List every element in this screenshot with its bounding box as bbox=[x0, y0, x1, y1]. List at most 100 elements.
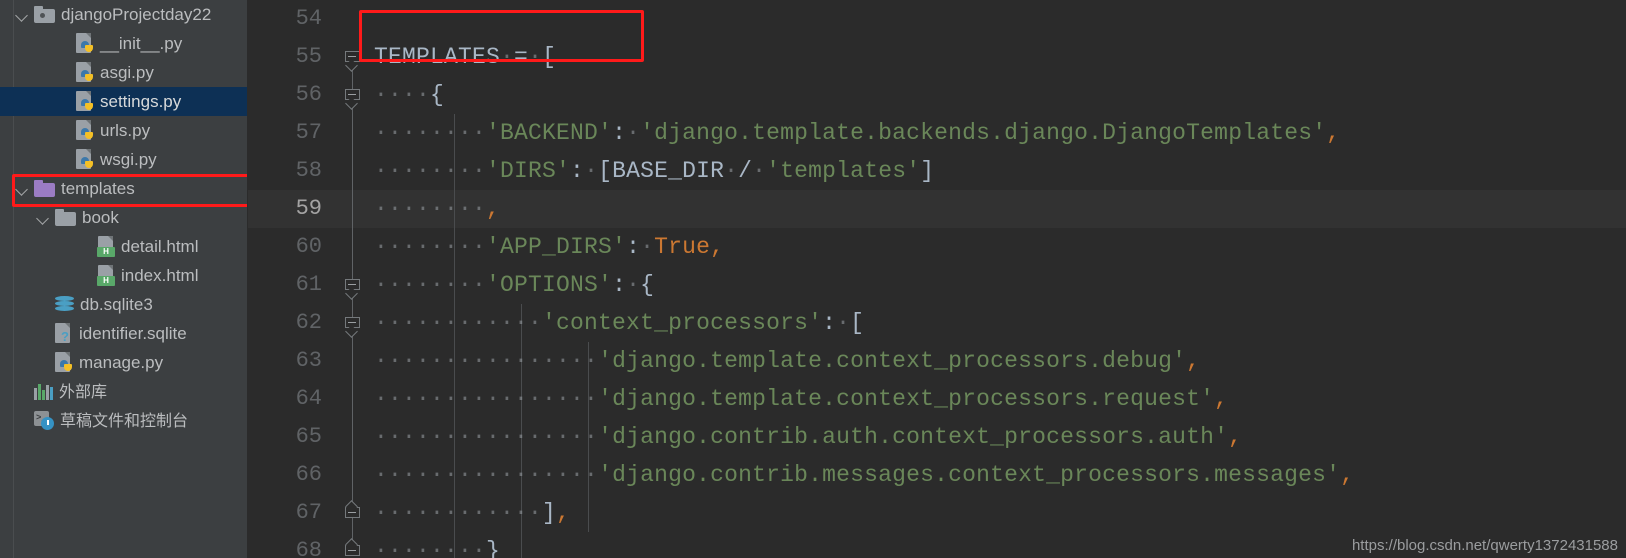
fold-gutter[interactable] bbox=[340, 304, 366, 342]
fold-marker-icon[interactable] bbox=[345, 47, 360, 72]
code-token: , bbox=[486, 196, 501, 222]
line-number: 61 bbox=[295, 272, 322, 297]
fold-gutter[interactable] bbox=[340, 456, 366, 494]
sidebar-item-label: db.sqlite3 bbox=[80, 295, 153, 314]
fold-gutter[interactable] bbox=[340, 532, 366, 558]
code-token: ···· bbox=[430, 386, 487, 412]
code-token: ···· bbox=[374, 500, 431, 526]
code-line[interactable]: 58 ········'DIRS':·[BASE_DIR·/·'templates… bbox=[248, 152, 1626, 190]
sidebar-item-label: asgi.py bbox=[100, 63, 154, 82]
sidebar-item-templates[interactable]: templates bbox=[0, 174, 248, 203]
code-token: ···· bbox=[430, 158, 487, 184]
code-token: 'django.template.context_processors.requ… bbox=[598, 386, 1215, 412]
code-line[interactable]: 63 ················'django.template.conte… bbox=[248, 342, 1626, 380]
code-token: · bbox=[626, 120, 641, 146]
project-tree-panel: djangoProjectday22 __init__.py asgi.py sett… bbox=[0, 0, 248, 558]
line-number: 58 bbox=[295, 158, 322, 183]
sidebar-item-label: index.html bbox=[121, 266, 199, 285]
code-line[interactable]: 60 ········'APP_DIRS':·True, bbox=[248, 228, 1626, 266]
sidebar-item-settings-py[interactable]: settings.py bbox=[0, 87, 248, 116]
code-line[interactable]: 54 bbox=[248, 0, 1626, 38]
code-token: ···· bbox=[542, 348, 599, 374]
sidebar-item-index-html[interactable]: Hindex.html bbox=[0, 261, 248, 290]
code-token: ···· bbox=[374, 120, 431, 146]
code-line[interactable]: 66 ················'django.contrib.messag… bbox=[248, 456, 1626, 494]
chevron-down-icon[interactable] bbox=[14, 180, 31, 197]
fold-marker-icon[interactable] bbox=[345, 275, 360, 300]
sidebar-item-scratches-consoles[interactable]: 草稿文件和控制台 bbox=[0, 406, 248, 435]
code-token: ···· bbox=[430, 120, 487, 146]
sidebar-item-djangoProjectday22[interactable]: djangoProjectday22 bbox=[0, 0, 248, 29]
fold-gutter[interactable] bbox=[340, 380, 366, 418]
fold-marker-icon[interactable] bbox=[345, 85, 360, 110]
code-token: ···· bbox=[430, 310, 487, 336]
code-token: ···· bbox=[374, 158, 431, 184]
database-icon bbox=[55, 295, 74, 314]
code-line[interactable]: 61 ········'OPTIONS':·{ bbox=[248, 266, 1626, 304]
code-line[interactable]: 59 ········, bbox=[248, 190, 1626, 228]
code-token: ···· bbox=[374, 348, 431, 374]
code-line[interactable]: 56 ····{ bbox=[248, 76, 1626, 114]
code-token: · bbox=[626, 272, 641, 298]
code-token: ···· bbox=[486, 424, 543, 450]
code-line[interactable]: 62 ············'context_processors':·[ bbox=[248, 304, 1626, 342]
chevron-placeholder bbox=[56, 93, 73, 110]
code-token: ···· bbox=[374, 82, 431, 108]
sidebar-item-asgi-py[interactable]: asgi.py bbox=[0, 58, 248, 87]
code-token: ···· bbox=[486, 500, 543, 526]
sidebar-item-book[interactable]: book bbox=[0, 203, 248, 232]
fold-rail bbox=[352, 228, 353, 266]
fold-gutter[interactable] bbox=[340, 228, 366, 266]
code-token: , bbox=[1214, 386, 1229, 412]
fold-marker-icon[interactable] bbox=[345, 538, 360, 558]
fold-gutter[interactable] bbox=[340, 0, 366, 38]
fold-rail bbox=[352, 342, 353, 380]
chevron-placeholder bbox=[35, 354, 52, 371]
line-number: 68 bbox=[295, 538, 322, 558]
code-token: : bbox=[612, 272, 627, 298]
code-token: [ bbox=[542, 44, 557, 70]
code-line[interactable]: 67 ············], bbox=[248, 494, 1626, 532]
sidebar-item-db-sqlite3[interactable]: db.sqlite3 bbox=[0, 290, 248, 319]
code-token: , bbox=[556, 500, 571, 526]
fold-gutter[interactable] bbox=[340, 76, 366, 114]
code-token: · bbox=[640, 234, 655, 260]
code-text: ················'django.contrib.messages… bbox=[366, 456, 1626, 494]
sidebar-item-identifier-sqlite[interactable]: ? identifier.sqlite bbox=[0, 319, 248, 348]
fold-gutter[interactable] bbox=[340, 114, 366, 152]
fold-rail bbox=[352, 152, 353, 190]
fold-marker-icon[interactable] bbox=[345, 313, 360, 338]
code-line[interactable]: 65 ················'django.contrib.auth.c… bbox=[248, 418, 1626, 456]
fold-gutter[interactable] bbox=[340, 418, 366, 456]
fold-gutter[interactable] bbox=[340, 152, 366, 190]
code-token: { bbox=[430, 82, 445, 108]
python-file-icon bbox=[76, 91, 94, 112]
sidebar-item-detail-html[interactable]: Hdetail.html bbox=[0, 232, 248, 261]
code-line[interactable]: 64 ················'django.template.conte… bbox=[248, 380, 1626, 418]
fold-gutter[interactable] bbox=[340, 342, 366, 380]
fold-marker-icon[interactable] bbox=[345, 500, 360, 522]
sidebar-item-manage-py[interactable]: manage.py bbox=[0, 348, 248, 377]
sidebar-item-init-py[interactable]: __init__.py bbox=[0, 29, 248, 58]
sidebar-item-urls-py[interactable]: urls.py bbox=[0, 116, 248, 145]
code-editor[interactable]: 54 55 TEMPLATES·=·[56 ····{57 ········'BACKE… bbox=[248, 0, 1626, 558]
fold-gutter[interactable] bbox=[340, 190, 366, 228]
fold-gutter[interactable] bbox=[340, 38, 366, 76]
code-text: ················'django.template.context… bbox=[366, 380, 1626, 418]
sidebar-item-label: templates bbox=[61, 179, 135, 198]
chevron-down-icon[interactable] bbox=[35, 209, 52, 226]
code-line[interactable]: 57 ········'BACKEND':·'django.template.ba… bbox=[248, 114, 1626, 152]
fold-gutter[interactable] bbox=[340, 494, 366, 532]
code-line[interactable]: 55 TEMPLATES·=·[ bbox=[248, 38, 1626, 76]
sidebar-item-wsgi-py[interactable]: wsgi.py bbox=[0, 145, 248, 174]
fold-gutter[interactable] bbox=[340, 266, 366, 304]
code-token: · bbox=[752, 158, 767, 184]
chevron-down-icon[interactable] bbox=[14, 6, 31, 23]
code-token: ···· bbox=[542, 386, 599, 412]
sidebar-item-external-libraries[interactable]: 外部库 bbox=[0, 377, 248, 406]
